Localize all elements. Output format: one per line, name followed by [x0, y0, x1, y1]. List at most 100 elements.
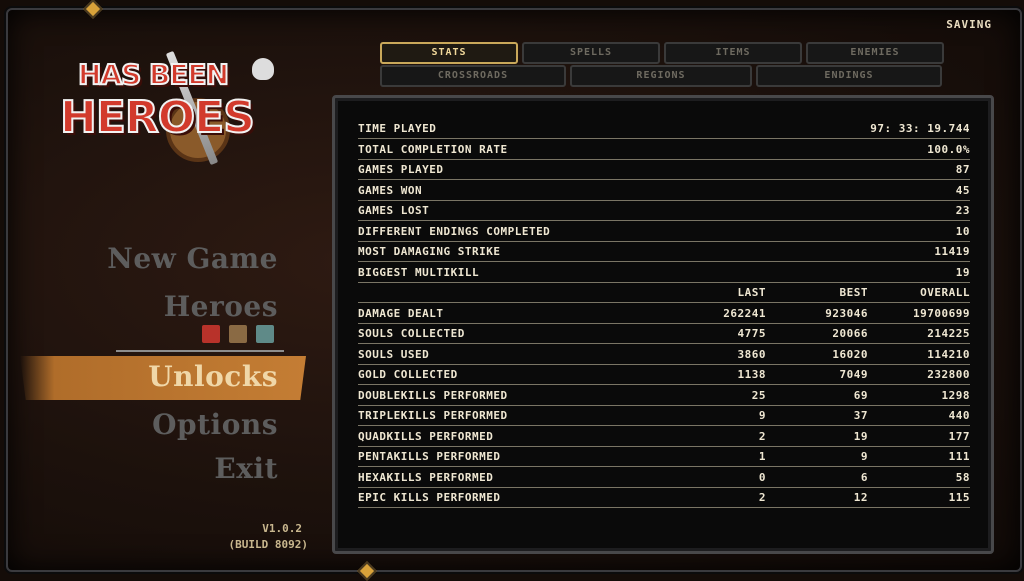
tab-spells[interactable]: SPELLS — [522, 42, 660, 64]
stat-row: DIFFERENT ENDINGS COMPLETED 10 — [358, 221, 970, 242]
stat-overall: 111 — [948, 450, 970, 463]
stat-label: EPIC KILLS PERFORMED — [358, 491, 501, 504]
game-logo: HAS BEEN HEROES — [56, 40, 296, 166]
tab-endings[interactable]: ENDINGS — [756, 65, 942, 87]
stat-overall: 19700699 — [913, 307, 970, 320]
hero-icons — [202, 325, 274, 343]
stat-best: 37 — [853, 409, 868, 422]
stat-best: 19 — [853, 430, 868, 443]
stat-value: 11419 — [934, 245, 970, 258]
tab-items[interactable]: ITEMS — [664, 42, 802, 64]
stat-value: 100.0% — [927, 143, 970, 156]
saving-indicator: SAVING — [946, 18, 992, 31]
tab-enemies[interactable]: ENEMIES — [806, 42, 944, 64]
stat-overall: 114210 — [927, 348, 970, 361]
stat-row-detailed: DOUBLEKILLS PERFORMED 25 69 1298 — [358, 385, 970, 406]
stat-row: GAMES PLAYED 87 — [358, 159, 970, 180]
stat-overall: 1298 — [941, 389, 970, 402]
hero-brown-icon[interactable] — [229, 325, 247, 343]
tab-stats[interactable]: STATS — [380, 42, 518, 64]
stat-label: GAMES LOST — [358, 204, 430, 217]
stat-value: 19 — [955, 266, 970, 279]
stat-overall: 440 — [948, 409, 970, 422]
menu-exit[interactable]: Exit — [214, 452, 278, 485]
stat-row-detailed: HEXAKILLS PERFORMED 0 6 58 — [358, 467, 970, 488]
stat-overall: 177 — [948, 430, 970, 443]
stat-best: 16020 — [832, 348, 868, 361]
stat-label: GAMES PLAYED — [358, 163, 444, 176]
stat-row-detailed: SOULS USED 3860 16020 114210 — [358, 344, 970, 365]
stat-label: QUADKILLS PERFORMED — [358, 430, 494, 443]
version-number: V1.0.2 — [262, 522, 302, 535]
skull-icon — [252, 58, 274, 80]
stat-row: MOST DAMAGING STRIKE 11419 — [358, 241, 970, 262]
menu-options[interactable]: Options — [152, 408, 278, 441]
logo-line1: HAS BEEN — [77, 57, 230, 92]
stat-last: 9 — [758, 409, 766, 422]
stat-row: BIGGEST MULTIKILL 19 — [358, 262, 970, 283]
stat-value: 87 — [955, 163, 970, 176]
stat-last: 1138 — [737, 368, 766, 381]
stat-last: 2 — [758, 491, 766, 504]
logo-line2: HEROES — [59, 91, 256, 144]
stat-label: SOULS USED — [358, 348, 430, 361]
stat-best: 6 — [860, 471, 868, 484]
stat-label: DIFFERENT ENDINGS COMPLETED — [358, 225, 551, 238]
stat-best: 9 — [860, 450, 868, 463]
stat-row-detailed: GOLD COLLECTED 1138 7049 232800 — [358, 364, 970, 385]
hero-red-icon[interactable] — [202, 325, 220, 343]
stat-label: DAMAGE DEALT — [358, 307, 444, 320]
menu-new-game[interactable]: New Game — [107, 242, 278, 275]
stat-label: GOLD COLLECTED — [358, 368, 458, 381]
stat-last: 0 — [758, 471, 766, 484]
stat-label: PENTAKILLS PERFORMED — [358, 450, 501, 463]
stat-overall: 115 — [948, 491, 970, 504]
stat-best: 69 — [853, 389, 868, 402]
stat-label: SOULS COLLECTED — [358, 327, 465, 340]
stat-last: 1 — [758, 450, 766, 463]
stats-column-header: LAST BEST OVERALL — [358, 282, 970, 303]
stat-value: 10 — [955, 225, 970, 238]
stat-label: HEXAKILLS PERFORMED — [358, 471, 494, 484]
stat-overall: 58 — [955, 471, 970, 484]
stat-best: 12 — [853, 491, 868, 504]
stat-overall: 214225 — [927, 327, 970, 340]
column-overall: OVERALL — [920, 286, 970, 299]
stat-label: TIME PLAYED — [358, 122, 437, 135]
stat-label: TRIPLEKILLS PERFORMED — [358, 409, 508, 422]
column-last: LAST — [737, 286, 766, 299]
stat-row: GAMES LOST 23 — [358, 200, 970, 221]
stat-last: 2 — [758, 430, 766, 443]
stat-last: 4775 — [737, 327, 766, 340]
stat-label: BIGGEST MULTIKILL — [358, 266, 480, 279]
menu-separator — [116, 350, 284, 352]
stat-row: TIME PLAYED 97: 33: 19.744 — [358, 118, 970, 139]
stat-label: TOTAL COMPLETION RATE — [358, 143, 508, 156]
stat-row-detailed: DAMAGE DEALT 262241 923046 19700699 — [358, 303, 970, 324]
build-number: (BUILD 8092) — [228, 538, 308, 551]
stat-row-detailed: EPIC KILLS PERFORMED 2 12 115 — [358, 487, 970, 508]
menu-heroes[interactable]: Heroes — [164, 290, 278, 323]
stat-best: 20066 — [832, 327, 868, 340]
hero-teal-icon[interactable] — [256, 325, 274, 343]
tab-regions[interactable]: REGIONS — [570, 65, 752, 87]
stat-overall: 232800 — [927, 368, 970, 381]
stat-best: 923046 — [825, 307, 868, 320]
stat-last: 3860 — [737, 348, 766, 361]
stat-last: 25 — [751, 389, 766, 402]
tab-crossroads[interactable]: CROSSROADS — [380, 65, 566, 87]
stat-row-detailed: QUADKILLS PERFORMED 2 19 177 — [358, 426, 970, 447]
stat-last: 262241 — [723, 307, 766, 320]
stat-row-detailed: PENTAKILLS PERFORMED 1 9 111 — [358, 446, 970, 467]
stat-label: MOST DAMAGING STRIKE — [358, 245, 501, 258]
stat-row-detailed: TRIPLEKILLS PERFORMED 9 37 440 — [358, 405, 970, 426]
stat-label: GAMES WON — [358, 184, 423, 197]
stat-best: 7049 — [839, 368, 868, 381]
column-best: BEST — [839, 286, 868, 299]
stat-row: TOTAL COMPLETION RATE 100.0% — [358, 139, 970, 160]
menu-unlocks[interactable]: Unlocks — [148, 360, 278, 393]
stat-row-detailed: SOULS COLLECTED 4775 20066 214225 — [358, 323, 970, 344]
stat-row: GAMES WON 45 — [358, 180, 970, 201]
stat-value: 97: 33: 19.744 — [870, 122, 970, 135]
stat-label: DOUBLEKILLS PERFORMED — [358, 389, 508, 402]
